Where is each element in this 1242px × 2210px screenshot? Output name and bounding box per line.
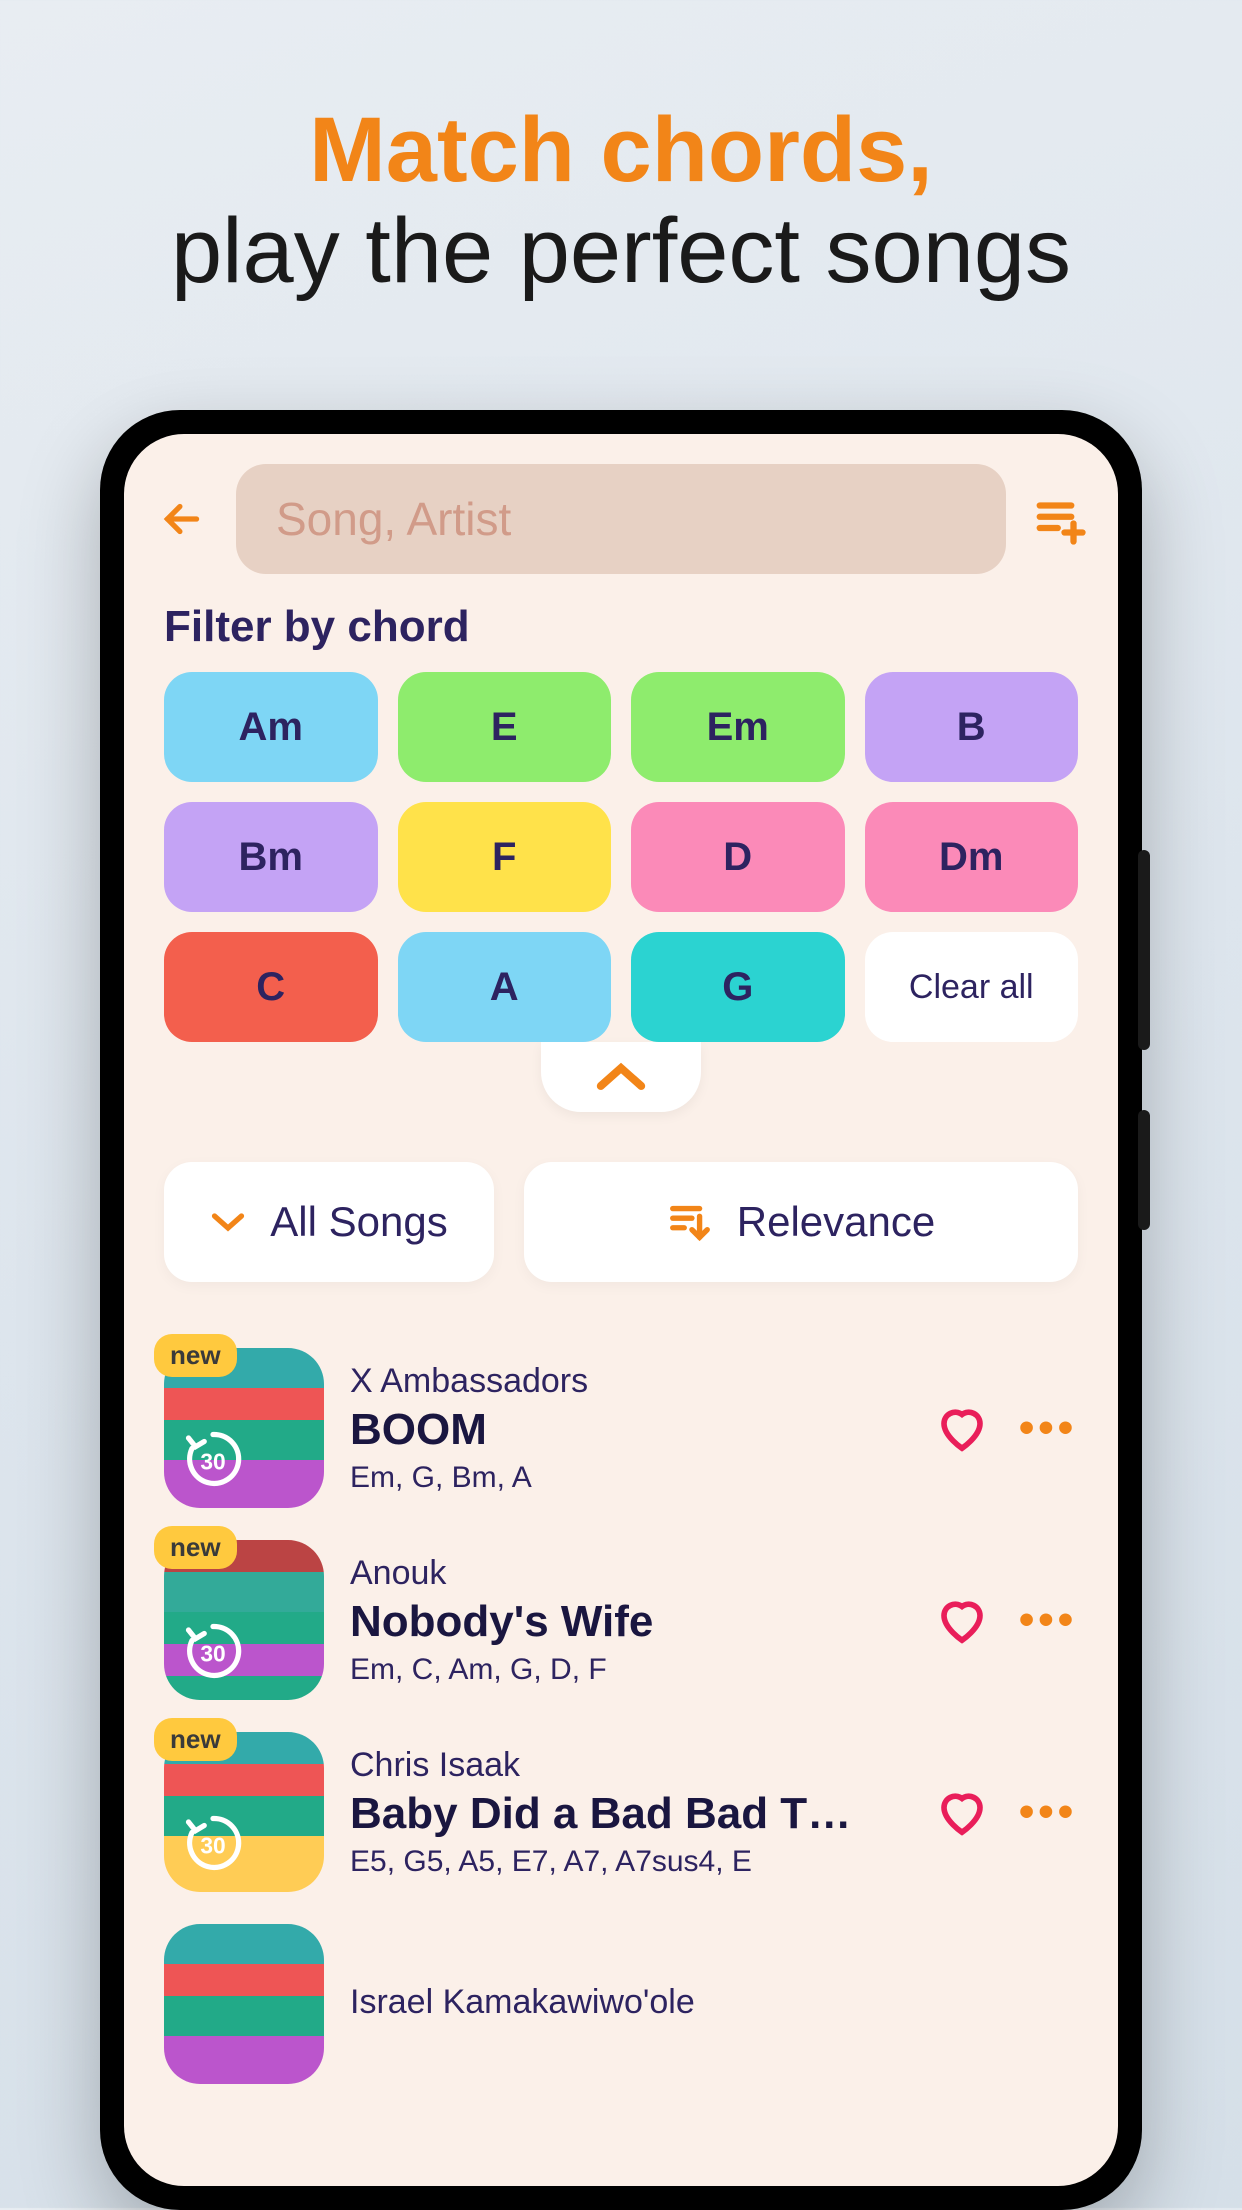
favorite-button[interactable] <box>932 1590 992 1650</box>
replay-30-icon: 30 <box>178 1616 248 1686</box>
new-badge: new <box>154 1718 237 1761</box>
search-placeholder: Song, Artist <box>276 492 511 546</box>
add-to-list-button[interactable] <box>1030 489 1090 549</box>
scope-label: All Songs <box>270 1198 447 1246</box>
sort-label: Relevance <box>737 1198 935 1246</box>
sort-row: All Songs Relevance <box>124 1112 1118 1322</box>
collapse-filter-button[interactable] <box>541 1042 701 1112</box>
song-thumbnail <box>164 1924 324 2084</box>
svg-text:30: 30 <box>200 1449 225 1475</box>
heart-icon <box>935 1401 989 1455</box>
back-button[interactable] <box>152 489 212 549</box>
song-item[interactable]: 30 new Anouk Nobody's Wife Em, C, Am, G,… <box>164 1524 1078 1716</box>
chord-chip-e[interactable]: E <box>398 672 612 782</box>
chord-chip-g[interactable]: G <box>631 932 845 1042</box>
top-bar: Song, Artist <box>124 434 1118 574</box>
sort-order-button[interactable]: Relevance <box>524 1162 1078 1282</box>
clear-all-button[interactable]: Clear all <box>865 932 1079 1042</box>
chord-chip-c[interactable]: C <box>164 932 378 1042</box>
headline-line2: play the perfect songs <box>0 201 1242 302</box>
more-button[interactable]: ••• <box>1018 1782 1078 1842</box>
phone-side-button <box>1138 1110 1150 1230</box>
song-chords: E5, G5, A5, E7, A7, A7sus4, E <box>350 1845 906 1879</box>
song-artist: Chris Isaak <box>350 1746 906 1785</box>
song-meta: Chris Isaak Baby Did a Bad Bad T… E5, G5… <box>350 1746 906 1879</box>
song-meta: X Ambassadors BOOM Em, G, Bm, A <box>350 1362 906 1495</box>
chord-chip-d[interactable]: D <box>631 802 845 912</box>
song-meta: Israel Kamakawiwo'ole <box>350 1983 1078 2026</box>
song-item[interactable]: 30 new Chris Isaak Baby Did a Bad Bad T…… <box>164 1716 1078 1908</box>
new-badge: new <box>154 1334 237 1377</box>
chord-chip-dm[interactable]: Dm <box>865 802 1079 912</box>
replay-30-icon: 30 <box>178 1424 248 1494</box>
chevron-down-icon <box>210 1210 246 1234</box>
app-screen: Song, Artist Filter by chord Am E Em B B… <box>124 434 1118 2186</box>
arrow-left-icon <box>157 494 207 544</box>
heart-icon <box>935 1593 989 1647</box>
song-chords: Em, G, Bm, A <box>350 1461 906 1495</box>
song-title: Nobody's Wife <box>350 1597 906 1647</box>
chord-chip-b[interactable]: B <box>865 672 1079 782</box>
chord-grid: Am E Em B Bm F D Dm C A G Clear all <box>124 672 1118 1042</box>
song-list: 30 new X Ambassadors BOOM Em, G, Bm, A •… <box>124 1322 1118 2100</box>
song-meta: Anouk Nobody's Wife Em, C, Am, G, D, F <box>350 1554 906 1687</box>
more-button[interactable]: ••• <box>1018 1590 1078 1650</box>
phone-frame: Song, Artist Filter by chord Am E Em B B… <box>100 410 1142 2210</box>
chord-chip-am[interactable]: Am <box>164 672 378 782</box>
song-chords: Em, C, Am, G, D, F <box>350 1653 906 1687</box>
song-item[interactable]: Israel Kamakawiwo'ole <box>164 1908 1078 2100</box>
favorite-button[interactable] <box>932 1398 992 1458</box>
more-horizontal-icon: ••• <box>1019 1403 1077 1453</box>
svg-text:30: 30 <box>200 1833 225 1859</box>
chevron-up-icon <box>594 1060 648 1094</box>
sort-icon <box>667 1199 713 1245</box>
chord-chip-bm[interactable]: Bm <box>164 802 378 912</box>
song-thumbnail-wrap <box>164 1924 324 2084</box>
heart-icon <box>935 1785 989 1839</box>
playlist-add-icon <box>1033 492 1087 546</box>
more-button[interactable]: ••• <box>1018 1398 1078 1458</box>
song-thumbnail-wrap: 30 new <box>164 1732 324 1892</box>
song-item[interactable]: 30 new X Ambassadors BOOM Em, G, Bm, A •… <box>164 1332 1078 1524</box>
scope-filter-button[interactable]: All Songs <box>164 1162 494 1282</box>
chord-chip-em[interactable]: Em <box>631 672 845 782</box>
new-badge: new <box>154 1526 237 1569</box>
phone-side-button <box>1138 850 1150 1050</box>
replay-30-icon: 30 <box>178 1808 248 1878</box>
favorite-button[interactable] <box>932 1782 992 1842</box>
more-horizontal-icon: ••• <box>1019 1787 1077 1837</box>
headline-line1: Match chords, <box>0 100 1242 201</box>
song-artist: Israel Kamakawiwo'ole <box>350 1983 1078 2022</box>
song-thumbnail-wrap: 30 new <box>164 1540 324 1700</box>
song-title: Baby Did a Bad Bad T… <box>350 1789 906 1839</box>
chord-chip-a[interactable]: A <box>398 932 612 1042</box>
song-thumbnail-wrap: 30 new <box>164 1348 324 1508</box>
marketing-headline: Match chords, play the perfect songs <box>0 0 1242 302</box>
svg-text:30: 30 <box>200 1641 225 1667</box>
chord-chip-f[interactable]: F <box>398 802 612 912</box>
song-title: BOOM <box>350 1405 906 1455</box>
more-horizontal-icon: ••• <box>1019 1595 1077 1645</box>
filter-by-chord-label: Filter by chord <box>124 574 1118 672</box>
search-input[interactable]: Song, Artist <box>236 464 1006 574</box>
song-artist: X Ambassadors <box>350 1362 906 1401</box>
song-artist: Anouk <box>350 1554 906 1593</box>
